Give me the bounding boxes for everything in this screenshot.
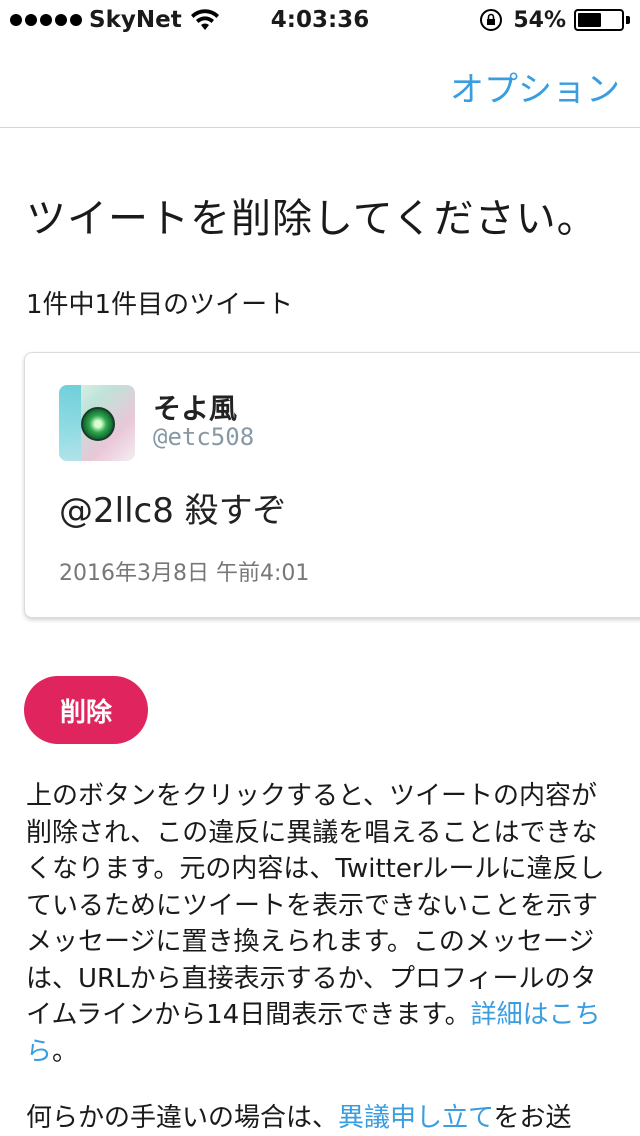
status-right: 54% bbox=[479, 6, 630, 34]
tweet-handle: @etc508 bbox=[153, 423, 255, 451]
appeal-text: 何らかの手違いの場合は、異議申し立てをお送 bbox=[26, 1100, 626, 1136]
tweet-card: そよ風 @etc508 @2llc8 殺すぞ 2016年3月8日 午前4:01 bbox=[24, 352, 640, 618]
explanation-end: 。 bbox=[52, 1036, 79, 1067]
appeal-prefix: 何らかの手違いの場合は、 bbox=[26, 1103, 339, 1133]
status-bar: SkyNet 4:03:36 54% bbox=[0, 0, 640, 40]
avatar-eye bbox=[81, 407, 115, 441]
battery-fill bbox=[578, 13, 601, 27]
appeal-link[interactable]: 異議申し立て bbox=[338, 1103, 493, 1133]
avatar-hair bbox=[59, 385, 81, 461]
tweet-date: 2016年3月8日 午前4:01 bbox=[59, 561, 310, 586]
appeal-suffix: をお送 bbox=[493, 1103, 572, 1133]
battery-percentage: 54% bbox=[513, 7, 566, 33]
battery-icon bbox=[574, 9, 624, 31]
explanation-body: 上のボタンをクリックすると、ツイートの内容が削除され、この違反に異議を唱えること… bbox=[26, 781, 605, 1030]
tweet-display-name: そよ風 bbox=[153, 392, 238, 425]
navigation-bar: オプション bbox=[0, 40, 640, 128]
avatar bbox=[59, 385, 135, 461]
orientation-lock-icon bbox=[479, 8, 503, 32]
delete-button[interactable]: 削除 bbox=[24, 676, 148, 744]
options-button[interactable]: オプション bbox=[450, 62, 620, 111]
tweet-text: @2llc8 殺すぞ bbox=[59, 491, 287, 531]
battery-cap bbox=[626, 16, 630, 24]
page-title: ツイートを削除してください。 bbox=[26, 196, 598, 242]
tweet-count: 1件中1件目のツイート bbox=[26, 290, 294, 320]
explanation-text: 上のボタンをクリックすると、ツイートの内容が削除され、この違反に異議を唱えること… bbox=[26, 778, 618, 1070]
